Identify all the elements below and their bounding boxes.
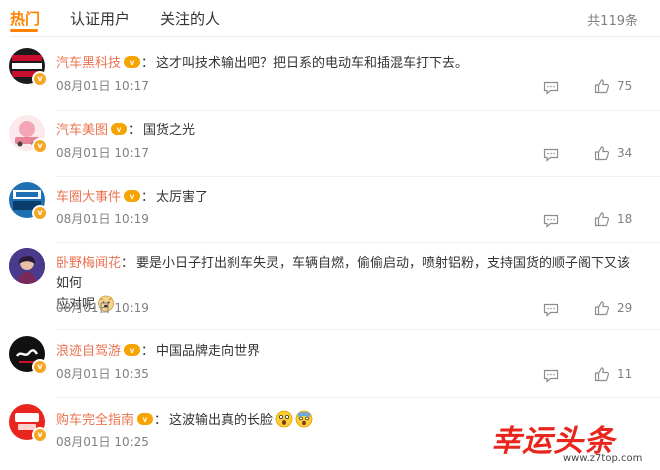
comment-separator xyxy=(56,242,660,243)
comment-body: 汽车美图 v ：国货之光 xyxy=(56,121,640,141)
comment-tabs: 热门 认证用户 关注的人 共119条 xyxy=(0,0,660,36)
comment-separator xyxy=(56,329,660,330)
comment-text: 要是小日子打出刹车失灵，车辆自燃，偷偷启动，喷射铝粉，支持国货的顺子阁下又该如何 xyxy=(56,256,631,291)
colon: ： xyxy=(154,413,168,428)
vip-icon: v xyxy=(124,189,141,203)
svg-text:v: v xyxy=(130,58,135,67)
reply-icon[interactable] xyxy=(543,80,559,95)
comment-time: 08月01日 10:35 xyxy=(56,367,149,381)
thumbs-up-icon xyxy=(594,301,610,316)
purple-portrait-avatar xyxy=(9,248,45,284)
comment-time: 08月01日 10:17 xyxy=(56,79,149,93)
thumbs-up-icon xyxy=(594,212,610,227)
comment-time: 08月01日 10:19 xyxy=(56,301,149,315)
colon: ： xyxy=(141,344,155,359)
comment-username[interactable]: 购车完全指南 xyxy=(56,413,134,428)
comment-username[interactable]: 车圈大事件 xyxy=(56,190,121,205)
svg-text:v: v xyxy=(117,125,122,134)
tab-hot[interactable]: 热门 xyxy=(10,8,40,29)
comment-separator xyxy=(56,110,660,111)
like-button[interactable]: 18 xyxy=(594,211,632,227)
svg-text:v: v xyxy=(130,192,135,201)
avatar[interactable]: v xyxy=(9,115,48,154)
comment-item: 卧野梅闻花： 要是小日子打出刹车失灵，车辆自燃，偷偷启动，喷射铝粉，支持国货的顺子… xyxy=(0,248,660,328)
verified-badge: v xyxy=(32,205,48,221)
comment-item: v 浪迹自驾游 v ：中国品牌走向世界 08月01日 10:35 11 xyxy=(0,336,660,402)
tab-following[interactable]: 关注的人 xyxy=(160,8,220,29)
like-count: 11 xyxy=(617,367,633,381)
vip-icon: v xyxy=(137,412,154,426)
verified-badge: v xyxy=(32,138,48,154)
comment-text: 国货之光 xyxy=(143,123,196,138)
reply-icon[interactable] xyxy=(543,368,559,383)
comment-time: 08月01日 10:17 xyxy=(56,146,149,160)
colon: ： xyxy=(141,190,155,205)
comment-time: 08月01日 10:25 xyxy=(56,435,149,449)
reply-icon[interactable] xyxy=(543,213,559,228)
comment-username[interactable]: 浪迹自驾游 xyxy=(56,344,121,359)
scream-emoji xyxy=(295,410,313,435)
comment-time: 08月01日 10:19 xyxy=(56,212,149,226)
comment-body: 浪迹自驾游 v ：中国品牌走向世界 xyxy=(56,342,640,362)
comment-username[interactable]: 汽车美图 xyxy=(56,123,108,138)
comment-username[interactable]: 汽车黑科技 xyxy=(56,56,121,71)
vip-icon: v xyxy=(124,343,141,357)
like-button[interactable]: 75 xyxy=(594,78,632,94)
comment-username[interactable]: 卧野梅闻花 xyxy=(56,256,121,271)
comment-separator xyxy=(56,176,660,177)
shocked-emoji xyxy=(275,410,293,435)
verified-badge: v xyxy=(32,71,48,87)
tabs-divider xyxy=(10,36,660,37)
comment-separator xyxy=(56,397,660,398)
like-count: 29 xyxy=(617,301,633,315)
avatar[interactable]: v xyxy=(9,182,48,221)
like-count: 75 xyxy=(617,79,633,93)
like-button[interactable]: 29 xyxy=(594,300,632,316)
comment-body: 汽车黑科技 v ：这才叫技术输出吧？把日系的电动车和插混车打下去。 xyxy=(56,54,640,74)
svg-text:v: v xyxy=(130,346,135,355)
avatar[interactable]: v xyxy=(9,336,48,375)
colon: ： xyxy=(121,256,135,271)
comment-item: v 汽车美图 v ：国货之光 08月01日 10:17 34 xyxy=(0,115,660,181)
comment-item: v 汽车黑科技 v ：这才叫技术输出吧？把日系的电动车和插混车打下去。 08月01日… xyxy=(0,48,660,114)
comment-item: v 车圈大事件 v ：太厉害了 08月01日 10:19 18 xyxy=(0,182,660,248)
reply-icon[interactable] xyxy=(543,147,559,162)
svg-text:v: v xyxy=(143,415,148,424)
like-button[interactable]: 34 xyxy=(594,145,632,161)
avatar[interactable]: v xyxy=(9,404,48,443)
watermark-url: www.z7top.com xyxy=(563,453,643,464)
tab-verified-users[interactable]: 认证用户 xyxy=(70,8,130,29)
like-count: 18 xyxy=(617,212,633,226)
reply-icon[interactable] xyxy=(543,302,559,317)
vip-icon: v xyxy=(111,122,128,136)
thumbs-up-icon xyxy=(594,79,610,94)
like-button[interactable]: 11 xyxy=(594,366,632,382)
like-count: 34 xyxy=(617,146,633,160)
avatar[interactable]: v xyxy=(9,48,48,87)
verified-badge: v xyxy=(32,427,48,443)
verified-badge: v xyxy=(32,359,48,375)
site-watermark: 幸运头条 www.z7top.com xyxy=(491,416,659,468)
colon: ： xyxy=(141,56,155,71)
vip-icon: v xyxy=(124,55,141,69)
active-tab-indicator xyxy=(10,29,38,32)
thumbs-up-icon xyxy=(594,146,610,161)
comment-text: 中国品牌走向世界 xyxy=(156,344,261,359)
comment-total-count: 共119条 xyxy=(587,14,638,29)
avatar[interactable] xyxy=(9,248,45,284)
colon: ： xyxy=(128,123,142,138)
comment-body: 车圈大事件 v ：太厉害了 xyxy=(56,188,640,208)
thumbs-up-icon xyxy=(594,367,610,382)
comment-text: 这波输出真的长脸 xyxy=(169,413,274,428)
comment-text: 这才叫技术输出吧？把日系的电动车和插混车打下去。 xyxy=(156,56,469,71)
comment-text: 太厉害了 xyxy=(156,190,209,205)
